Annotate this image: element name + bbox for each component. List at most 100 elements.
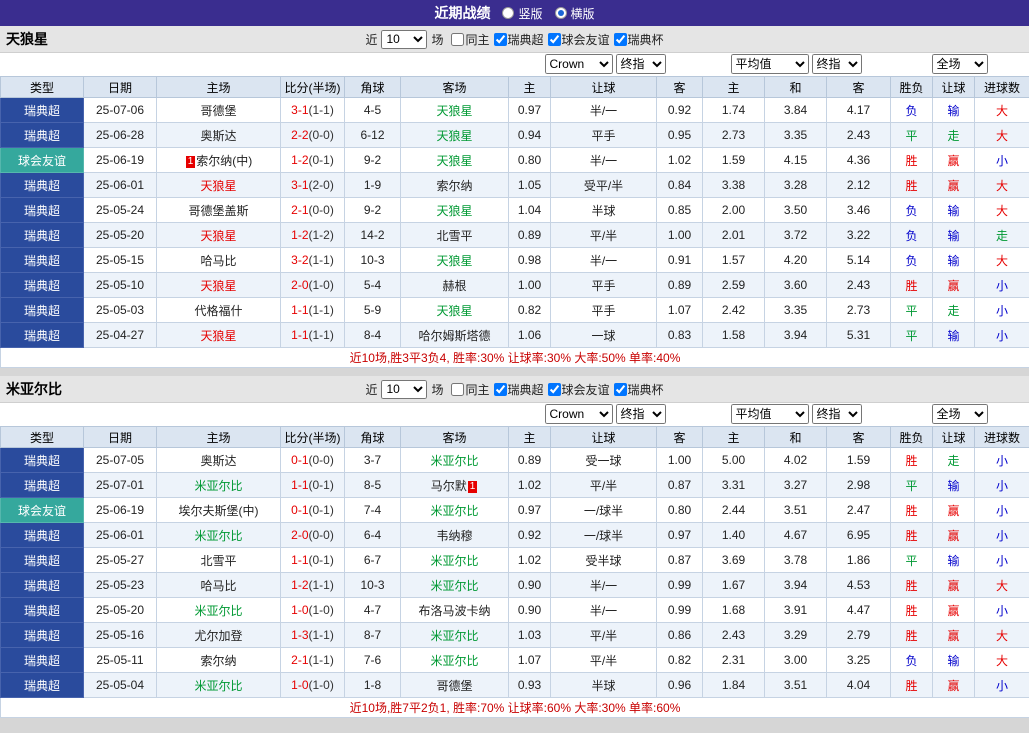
score-cell[interactable]: 1-2(1-1) — [280, 572, 345, 598]
score-cell[interactable]: 1-1(1-1) — [280, 322, 345, 348]
home-team-name[interactable]: 北雪平 — [200, 554, 236, 568]
average-select[interactable]: 平均值 — [730, 404, 809, 424]
away-team-name[interactable]: 索尔纳 — [436, 179, 472, 193]
filter-checkbox-1[interactable]: 瑞典超 — [493, 381, 544, 398]
radio-icon[interactable] — [502, 7, 515, 19]
layout-option-vertical[interactable]: 竖版 — [502, 5, 543, 22]
score-cell[interactable]: 2-1(0-0) — [280, 197, 345, 223]
away-team-name[interactable]: 马尔默 — [431, 479, 467, 493]
fullmatch-select[interactable]: 全场 — [931, 404, 988, 424]
away-team-name[interactable]: 天狼星 — [436, 304, 472, 318]
bookmaker-select[interactable]: Crown — [544, 54, 613, 74]
home-team-name[interactable]: 米亚尔比 — [194, 529, 242, 543]
radio-icon[interactable] — [554, 7, 567, 19]
away-team-name[interactable]: 米亚尔比 — [430, 504, 478, 518]
score-cell[interactable]: 1-3(1-1) — [280, 622, 345, 648]
handicap-stage-select[interactable]: 终指 — [615, 404, 666, 424]
score-cell[interactable]: 3-1(1-1) — [280, 97, 345, 123]
odds-selector-row: Crown 终指 平均值 终指 全场 — [0, 53, 1029, 76]
filter-checkbox-2[interactable]: 球会友谊 — [547, 381, 610, 398]
home-team-name[interactable]: 天狼星 — [200, 329, 236, 343]
away-team-name[interactable]: 赫根 — [442, 279, 466, 293]
home-team-name[interactable]: 埃尔夫斯堡(中) — [179, 504, 259, 518]
home-team-name[interactable]: 天狼星 — [200, 179, 236, 193]
checkbox-input[interactable] — [451, 32, 465, 46]
full-score: 2-1 — [291, 653, 309, 667]
bookmaker-select[interactable]: Crown — [544, 404, 613, 424]
away-team-name[interactable]: 米亚尔比 — [430, 654, 478, 668]
away-team-name[interactable]: 米亚尔比 — [430, 554, 478, 568]
checkbox-input[interactable] — [547, 32, 561, 46]
average-stage-select[interactable]: 终指 — [811, 404, 862, 424]
recent-count-select[interactable]: 10 — [381, 29, 428, 49]
away-team-name[interactable]: 韦纳穆 — [436, 529, 472, 543]
result-cell: 负 — [890, 647, 933, 673]
home-team-name[interactable]: 米亚尔比 — [194, 604, 242, 618]
checkbox-input[interactable] — [613, 382, 627, 396]
checkbox-input[interactable] — [547, 382, 561, 396]
filter-checkbox-1[interactable]: 瑞典超 — [493, 31, 544, 48]
score-cell[interactable]: 3-1(2-0) — [280, 172, 345, 198]
away-team-name[interactable]: 北雪平 — [436, 229, 472, 243]
home-team-name[interactable]: 尤尔加登 — [194, 629, 242, 643]
filter-checkbox-0[interactable]: 同主 — [451, 381, 490, 398]
home-team-name[interactable]: 奥斯达 — [200, 129, 236, 143]
home-team-name[interactable]: 天狼星 — [200, 279, 236, 293]
avg-away-odds-cell: 6.95 — [826, 522, 891, 548]
score-cell[interactable]: 1-2(1-2) — [280, 222, 345, 248]
away-team-name[interactable]: 天狼星 — [436, 154, 472, 168]
home-team-name[interactable]: 索尔纳 — [200, 654, 236, 668]
recent-count-select[interactable]: 10 — [381, 379, 428, 399]
fullmatch-select[interactable]: 全场 — [931, 54, 988, 74]
score-cell[interactable]: 2-0(1-0) — [280, 272, 345, 298]
away-team-name[interactable]: 天狼星 — [436, 204, 472, 218]
average-stage-select[interactable]: 终指 — [811, 54, 862, 74]
home-team-name[interactable]: 米亚尔比 — [194, 479, 242, 493]
away-team-name[interactable]: 米亚尔比 — [430, 629, 478, 643]
filter-checkbox-0[interactable]: 同主 — [451, 31, 490, 48]
handicap-stage-select[interactable]: 终指 — [615, 54, 666, 74]
away-team-name[interactable]: 布洛马波卡纳 — [418, 604, 490, 618]
score-cell[interactable]: 1-0(1-0) — [280, 597, 345, 623]
score-cell[interactable]: 1-0(1-0) — [280, 672, 345, 698]
result-cell: 胜 — [890, 522, 933, 548]
score-cell[interactable]: 0-1(0-1) — [280, 497, 345, 523]
away-team-name[interactable]: 天狼星 — [436, 104, 472, 118]
checkbox-input[interactable] — [493, 382, 507, 396]
score-cell[interactable]: 0-1(0-0) — [280, 447, 345, 473]
away-team-name[interactable]: 哈尔姆斯塔德 — [418, 329, 490, 343]
filter-checkbox-3[interactable]: 瑞典杯 — [613, 381, 664, 398]
checkbox-input[interactable] — [613, 32, 627, 46]
home-team-name[interactable]: 索尔纳(中) — [196, 154, 252, 168]
away-team-name[interactable]: 米亚尔比 — [430, 579, 478, 593]
score-cell[interactable]: 2-0(0-0) — [280, 522, 345, 548]
match-date-cell: 25-07-06 — [83, 97, 157, 123]
away-team-name[interactable]: 米亚尔比 — [430, 454, 478, 468]
away-team-name[interactable]: 哥德堡 — [436, 679, 472, 693]
home-team-name[interactable]: 奥斯达 — [200, 454, 236, 468]
filter-checkbox-2[interactable]: 球会友谊 — [547, 31, 610, 48]
home-team-name[interactable]: 代格福什 — [194, 304, 242, 318]
checkbox-input[interactable] — [451, 382, 465, 396]
score-cell[interactable]: 1-1(1-1) — [280, 297, 345, 323]
score-cell[interactable]: 1-2(0-1) — [280, 147, 345, 173]
avg-draw-odds-cell: 3.35 — [764, 122, 827, 148]
home-team-name[interactable]: 哈马比 — [200, 254, 236, 268]
home-team-name[interactable]: 哥德堡盖斯 — [188, 204, 248, 218]
away-team-name[interactable]: 天狼星 — [436, 129, 472, 143]
score-cell[interactable]: 2-1(1-1) — [280, 647, 345, 673]
home-team-name[interactable]: 哈马比 — [200, 579, 236, 593]
home-team-name[interactable]: 天狼星 — [200, 229, 236, 243]
filter-checkbox-3[interactable]: 瑞典杯 — [613, 31, 664, 48]
score-cell[interactable]: 1-1(0-1) — [280, 547, 345, 573]
away-team-name[interactable]: 天狼星 — [436, 254, 472, 268]
score-cell[interactable]: 3-2(1-1) — [280, 247, 345, 273]
checkbox-input[interactable] — [493, 32, 507, 46]
avg-home-odds-cell: 5.00 — [702, 447, 765, 473]
score-cell[interactable]: 2-2(0-0) — [280, 122, 345, 148]
score-cell[interactable]: 1-1(0-1) — [280, 472, 345, 498]
layout-option-horizontal[interactable]: 横版 — [554, 5, 595, 22]
average-select[interactable]: 平均值 — [730, 54, 809, 74]
home-team-name[interactable]: 哥德堡 — [200, 104, 236, 118]
home-team-name[interactable]: 米亚尔比 — [194, 679, 242, 693]
